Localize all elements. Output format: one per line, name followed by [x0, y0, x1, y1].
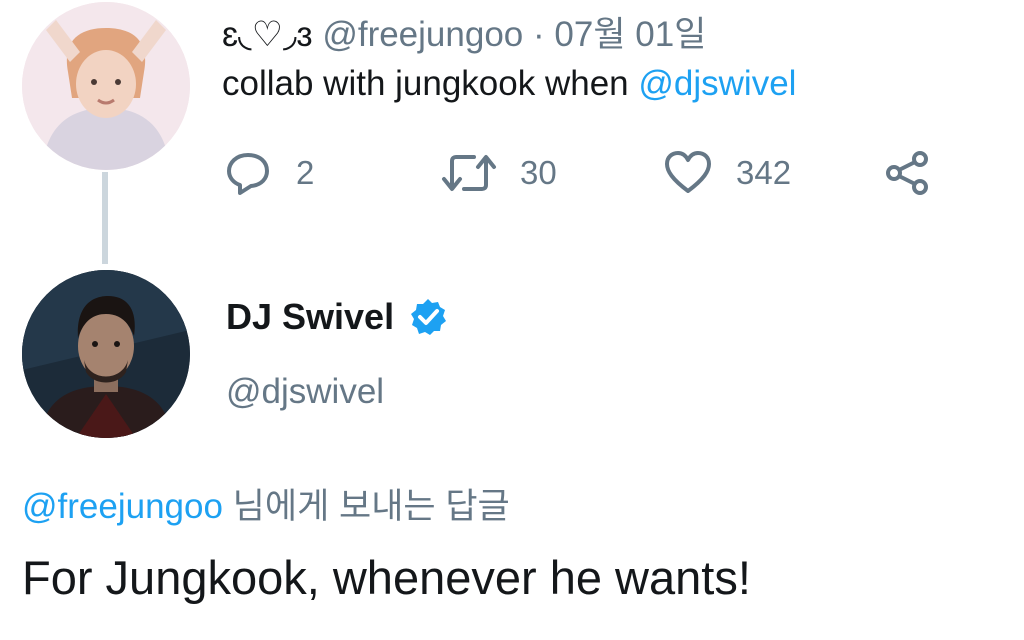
like-count: 342	[736, 154, 792, 191]
reply-author-handle[interactable]: @djswivel	[226, 372, 384, 412]
author-name[interactable]: ɛ◟♡◞ɜ	[222, 15, 313, 54]
share-icon	[886, 151, 928, 195]
reply-author-name[interactable]: DJ Swivel	[226, 296, 394, 338]
tweet-header: ɛ◟♡◞ɜ @freejungoo · 07월 01일	[222, 6, 706, 57]
reply-icon	[227, 153, 269, 195]
like-button[interactable]: 342	[662, 145, 791, 201]
freejungoo-avatar[interactable]	[22, 2, 190, 170]
verified-badge-icon	[411, 299, 447, 335]
header-separator: ·	[533, 15, 545, 54]
reply-count: 2	[296, 154, 315, 191]
reply-button[interactable]: 2	[222, 145, 314, 201]
thread-connector-line	[102, 172, 108, 264]
reply-author-name-row: DJ Swivel	[226, 296, 448, 338]
replying-to-label: 님에게 보내는 답글	[222, 487, 510, 526]
retweet-icon	[442, 155, 496, 191]
replying-to-context: @freejungoo 님에게 보내는 답글	[22, 478, 510, 529]
share-button[interactable]	[882, 145, 934, 201]
tweet-actions: 2 30 342	[222, 145, 942, 201]
tweet-text-body: collab with jungkook when	[222, 64, 639, 103]
tweet-text: collab with jungkook when @djswivel	[222, 64, 796, 104]
author-handle[interactable]: @freejungoo	[322, 15, 523, 54]
djswivel-avatar[interactable]	[22, 270, 190, 438]
avatar-illustration	[22, 2, 190, 170]
avatar-photo	[22, 270, 190, 438]
reply-text: For Jungkook, whenever he wants!	[22, 551, 751, 604]
retweet-button[interactable]: 30	[440, 145, 557, 201]
mention-link[interactable]: @djswivel	[638, 64, 796, 103]
replying-to-mention[interactable]: @freejungoo	[22, 487, 223, 526]
like-icon	[665, 151, 711, 193]
retweet-count: 30	[520, 154, 557, 191]
tweet-date[interactable]: 07월 01일	[554, 15, 706, 54]
